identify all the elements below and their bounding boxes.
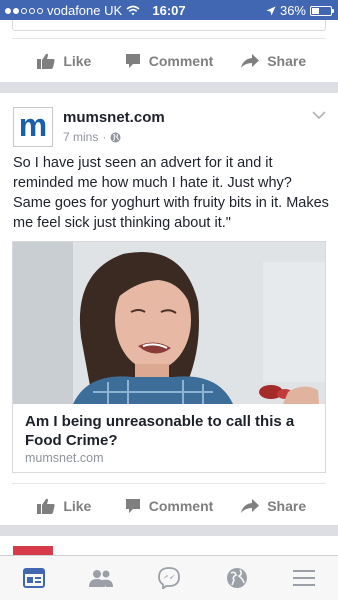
- woman-grimacing-photo: [13, 242, 325, 404]
- tab-menu[interactable]: [270, 556, 338, 600]
- link-domain: mumsnet.com: [25, 451, 104, 465]
- tab-news-feed[interactable]: [0, 556, 68, 600]
- status-bar: vodafone UK 16:07 36%: [0, 0, 338, 20]
- feed-post: m mumsnet.com 7 mins · So I have just se…: [0, 93, 338, 525]
- meta-separator: ·: [102, 130, 107, 144]
- comment-bubble-icon: [125, 54, 140, 68]
- share-button[interactable]: Share: [221, 39, 326, 83]
- friends-icon: [89, 570, 114, 587]
- previous-post-attachment-edge: [12, 20, 326, 31]
- bottom-tab-bar: [0, 555, 338, 600]
- post-meta: 7 mins ·: [63, 130, 121, 144]
- link-preview[interactable]: Am I being unreasonable to call this a F…: [12, 241, 326, 473]
- link-preview-image: [13, 242, 325, 404]
- news-feed-icon: [22, 568, 45, 588]
- next-post: [0, 536, 338, 556]
- share-button[interactable]: Share: [221, 484, 326, 528]
- comment-button[interactable]: Comment: [117, 484, 222, 528]
- messenger-icon: [158, 567, 180, 589]
- post-text: So I have just seen an advert for it and…: [13, 155, 329, 231]
- comment-bubble-icon: [125, 499, 140, 513]
- location-arrow-icon: [266, 6, 276, 15]
- thumbs-up-icon: [37, 53, 55, 69]
- tab-friends[interactable]: [68, 556, 136, 600]
- post-timestamp[interactable]: 7 mins: [63, 130, 98, 144]
- previous-post-actions: Like Comment Share: [12, 38, 326, 83]
- battery-icon: [310, 5, 334, 16]
- share-arrow-icon: [241, 54, 260, 68]
- battery-percentage: 36%: [279, 3, 306, 18]
- mumsnet-logo: m: [18, 107, 48, 143]
- post-options-chevron-icon[interactable]: [312, 111, 326, 120]
- globe-icon: [110, 132, 121, 142]
- menu-icon: [293, 570, 316, 586]
- link-title: Am I being unreasonable to call this a F…: [25, 413, 295, 449]
- notifications-globe-icon: [226, 568, 247, 588]
- page-name-link[interactable]: mumsnet.com: [63, 109, 165, 126]
- like-button[interactable]: Like: [12, 484, 117, 528]
- page-avatar[interactable]: m: [13, 107, 53, 147]
- thumbs-up-icon: [37, 498, 55, 514]
- like-button[interactable]: Like: [12, 39, 117, 83]
- share-arrow-icon: [241, 499, 260, 513]
- comment-button[interactable]: Comment: [117, 39, 222, 83]
- post-actions: Like Comment Share: [12, 483, 326, 528]
- tab-notifications[interactable]: [203, 556, 271, 600]
- previous-post: Like Comment Share: [0, 20, 338, 82]
- tab-messenger[interactable]: [135, 556, 203, 600]
